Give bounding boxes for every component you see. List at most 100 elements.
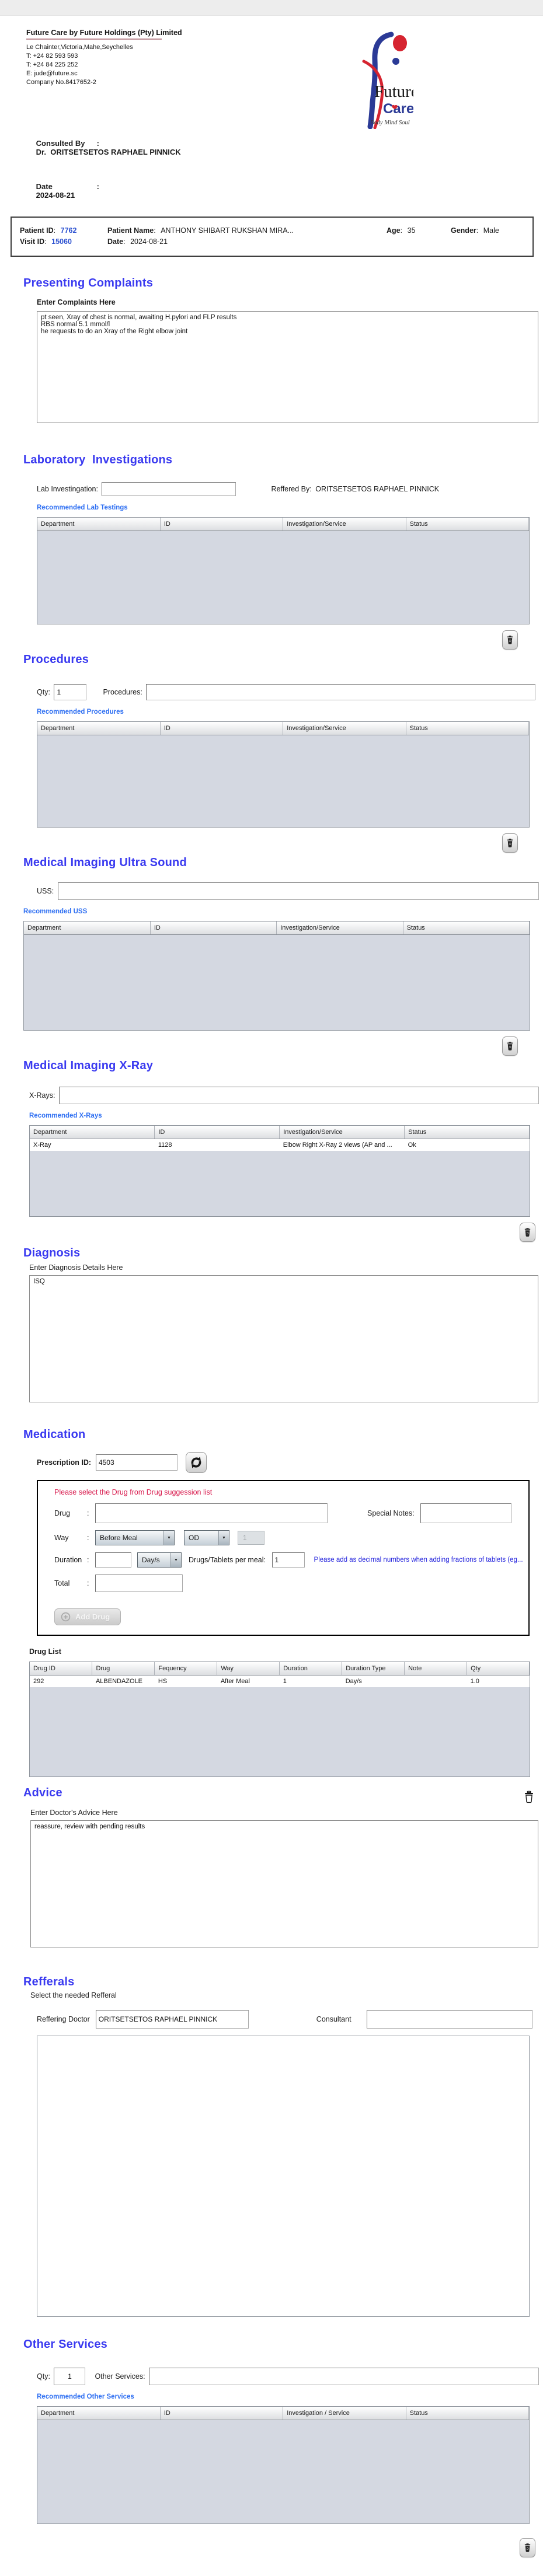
column-header: Investigation/Service [283,518,406,531]
procedures-label: Procedures [103,688,141,696]
table-header-row: Department ID Investigation/Service Status [24,922,530,935]
logo-swoosh-icon: Future Care Body Mind Soul [362,32,419,130]
recommended-other-services-link[interactable]: Recommended Other Services [37,2393,541,2400]
drug-list-table: Drug ID Drug Fequency Way Duration Duration T… [29,1662,530,1777]
reffering-doctor-label: Reffering Doctor [37,2015,90,2023]
procedures-table: Department ID Investigation/Service Status [37,721,530,828]
laboratory-section: Laboratory Investigations Lab Investinga… [23,453,541,650]
reffering-doctor-input[interactable] [95,2010,249,2029]
total-input[interactable] [95,1575,183,1592]
other-services-trash-button[interactable] [520,2538,535,2557]
patient-info-box: Patient ID: 7762 Patient Name: ANTHONY S… [11,217,534,257]
presenting-complaints-title: Presenting Complaints [23,277,154,289]
lab-table: Department ID Investigation/Service Status [37,517,530,624]
prescription-id-input[interactable] [95,1454,177,1471]
way-label: Way [54,1534,69,1542]
medication-title: Medication [23,1428,86,1441]
table-cell: Elbow Right X-Ray 2 views (AP and ... [279,1139,405,1151]
column-header: Status [406,518,529,531]
recommended-lab-link[interactable]: Recommended Lab Testings [37,504,541,511]
drug-list-label: Drug List [29,1647,61,1656]
lab-trash-button[interactable] [502,630,518,650]
procedures-trash-button[interactable] [502,833,518,853]
other-qty-input[interactable] [54,2368,86,2385]
procedures-qty-input[interactable] [54,684,87,700]
advice-textarea[interactable]: reassure, review with pending results [30,1820,538,1947]
add-icon [61,1612,71,1622]
recommended-uss-link[interactable]: Recommended USS [23,908,541,915]
patient-name-label: Patient Name [107,226,154,235]
xray-table: Department ID Investigation/Service Status X… [29,1125,530,1217]
table-cell [404,1675,467,1687]
special-notes-input[interactable] [420,1503,512,1523]
drug-list-trash-button[interactable] [520,1786,538,1807]
uss-trash-button[interactable] [502,1036,518,1056]
frequency-qty-box: 1 [238,1531,264,1545]
table-cell: ALBENDAZOLE [92,1675,155,1687]
way-row: Way: Before Meal ▼ OD ▼ 1 [54,1530,528,1545]
column-header: Department [37,2407,161,2420]
diagnosis-section: Diagnosis Enter Diagnosis Details Here I… [23,1247,541,1402]
dropdown-caret-icon: ▼ [170,1553,181,1567]
duration-input[interactable] [95,1552,131,1568]
consult-date-value: 2024-08-21 [36,191,75,200]
procedures-input[interactable] [146,684,535,700]
uss-label: USS [37,887,52,895]
xray-trash-button[interactable] [520,1223,535,1242]
ultrasound-title: Medical Imaging Ultra Sound [23,856,187,869]
add-drug-button[interactable]: Add Drug [54,1608,121,1625]
table-header-row: Drug ID Drug Fequency Way Duration Duration T… [30,1662,530,1676]
trash-icon [524,1228,531,1237]
table-cell: After Meal [217,1675,280,1687]
consult-date-label: Date [36,182,53,191]
advice-section: Advice Enter Doctor's Advice Here reassu… [23,1786,541,1947]
other-services-section: Other Services Qty: Other Services: Reco… [23,2338,541,2557]
table-row[interactable]: 292 ALBENDAZOLE HS After Meal 1 Day/s 1.0 [30,1675,530,1687]
consulted-by-row: Consulted By: Dr. ORITSETSETOS RAPHAEL P… [36,139,181,156]
drug-input[interactable] [95,1503,328,1523]
recommended-xrays-link[interactable]: Recommended X-Rays [29,1112,541,1119]
prescription-row: Prescription ID: [37,1452,541,1473]
add-drug-label: Add Drug [75,1612,110,1621]
other-services-input[interactable] [149,2368,539,2385]
duration-type-select[interactable]: Day/s ▼ [137,1552,182,1568]
lab-investigation-input[interactable] [102,482,236,496]
other-services-title: Other Services [23,2338,107,2351]
column-header: Way [217,1662,280,1676]
prescription-refresh-button[interactable] [185,1452,207,1473]
uss-input[interactable] [57,882,539,900]
table-row[interactable]: X-Ray 1128 Elbow Right X-Ray 2 views (AP a… [30,1139,530,1151]
table-cell: Ok [404,1139,530,1151]
duration-type-value: Day/s [142,1556,160,1564]
lab-investigation-label: Lab Investingation [37,485,96,493]
refferal-inputs-row: Reffering Doctor Consultant [37,2010,541,2029]
table-header-row: Department ID Investigation/Service Status [30,1126,530,1139]
recommended-procedures-link[interactable]: Recommended Procedures [37,708,541,715]
column-header: Drug [92,1662,155,1676]
reffered-by-value: ORITSETSETOS RAPHAEL PINNICK [315,485,440,493]
table-cell: 1.0 [467,1675,530,1687]
decimal-hint: Please add as decimal numbers when addin… [314,1556,523,1563]
complaints-textarea[interactable]: pt seen, Xray of chest is normal, awaiti… [37,311,538,423]
patient-id-value: 7762 [60,226,77,235]
way-meal-select[interactable]: Before Meal ▼ [95,1530,175,1545]
per-meal-input[interactable] [272,1552,305,1568]
drug-row: Drug: Special Notes: [54,1503,528,1523]
patient-row-2: Visit ID: 15060 Date: 2024-08-21 [20,238,168,246]
procedures-section: Procedures Qty: Procedures: Recommended … [23,653,541,853]
patient-id-label: Patient ID [20,226,54,235]
frequency-select[interactable]: OD ▼ [184,1530,229,1545]
refferal-list-box[interactable] [37,2036,530,2317]
prescription-id-label: Prescription ID [37,1458,89,1467]
svg-text:Future: Future [374,82,413,101]
patient-row-1: Patient ID: 7762 Patient Name: ANTHONY S… [20,226,499,235]
patient-gender-value: Male [483,226,499,235]
consultant-input[interactable] [366,2010,532,2029]
column-header: Department [37,518,161,531]
column-header: ID [150,922,277,935]
xrays-input[interactable] [58,1087,539,1104]
svg-text:Body Mind Soul: Body Mind Soul [370,120,410,126]
company-number: Company No.8417652-2 [26,79,96,86]
diagnosis-textarea[interactable]: ISQ [29,1275,538,1402]
refresh-icon [191,1457,201,1468]
